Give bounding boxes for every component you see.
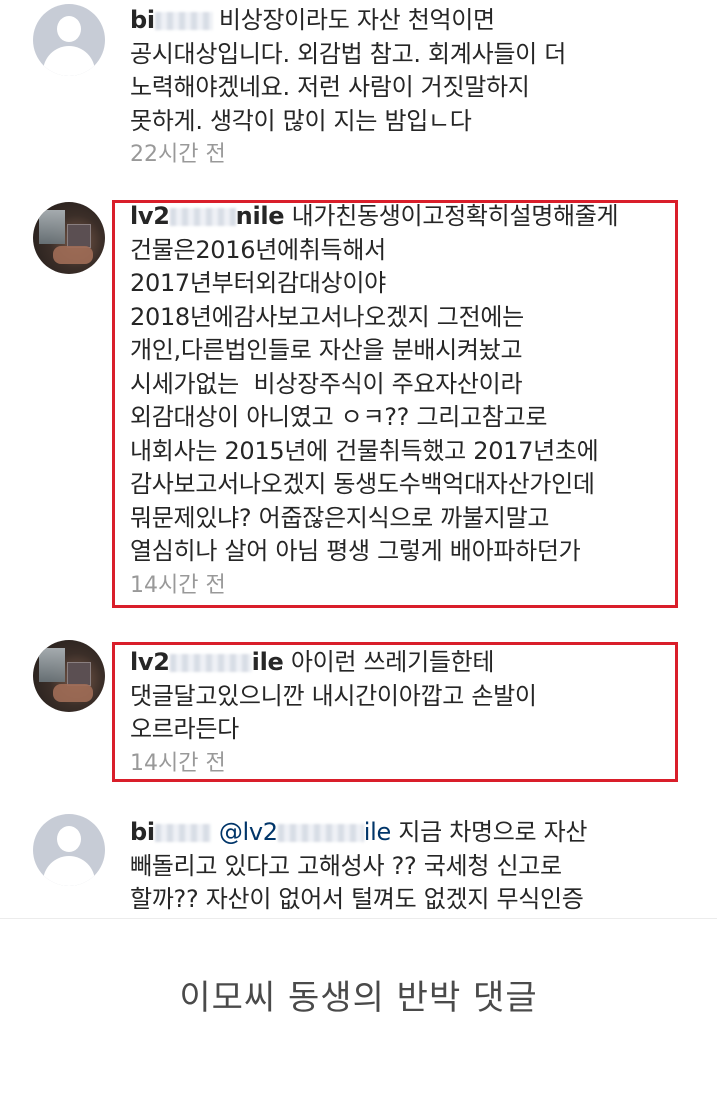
comment-line: 공시대상입니다. 외감법 참고. 회계사들이 더 xyxy=(130,39,567,68)
comment-line: 비상장이라도 자산 천억이면 xyxy=(218,6,495,34)
mention-link-suffix[interactable]: ile xyxy=(364,818,392,846)
mention-link[interactable]: @lv2 xyxy=(219,818,278,846)
comment-username[interactable]: bi xyxy=(130,6,155,34)
comment-line: 지금 차명으로 자산 xyxy=(398,818,588,846)
comment-line: 노력해야겠네요. 저런 사람이 거짓말하지 xyxy=(130,73,530,101)
default-avatar-icon[interactable] xyxy=(33,814,105,886)
comment-line: 빼돌리고 있다고 고해성사 ?? 국세청 신고로 xyxy=(130,851,562,880)
image-caption: 이모씨 동생의 반박 댓글 xyxy=(179,978,538,1018)
profile-photo-icon[interactable] xyxy=(33,202,105,274)
comment-timestamp: 22시간 전 xyxy=(130,142,226,167)
red-highlight-box xyxy=(112,642,678,782)
comment-line: 할까?? 자산이 없어서 털껴도 없겠지 무식인증 xyxy=(130,885,584,913)
comment-username[interactable]: bi xyxy=(130,818,155,846)
divider xyxy=(0,918,717,919)
blurred-mention xyxy=(277,824,364,842)
blurred-username xyxy=(154,12,213,30)
profile-photo-icon[interactable] xyxy=(33,640,105,712)
red-highlight-box xyxy=(112,200,678,608)
default-avatar-icon[interactable] xyxy=(33,4,105,76)
comment-line: 못하게. 생각이 많이 지는 밤입ㄴ다 xyxy=(130,106,472,135)
blurred-username xyxy=(154,824,211,842)
